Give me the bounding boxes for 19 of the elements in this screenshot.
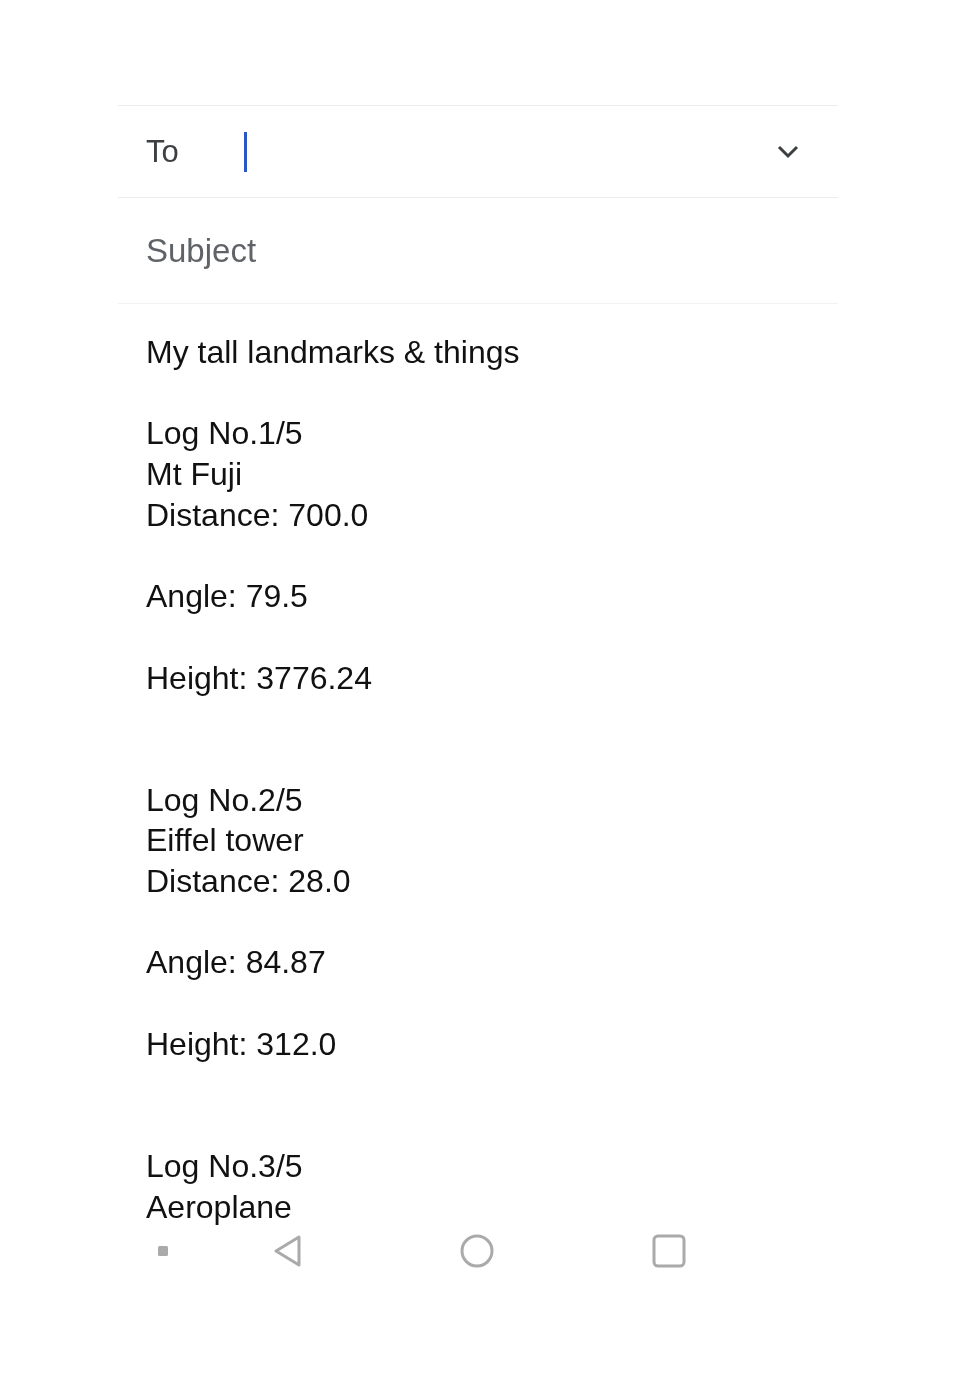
subject-field[interactable]: Subject [146, 231, 810, 270]
body-text: Log No.3/5 [146, 1146, 304, 1186]
body-text: Distance: 700.0 [146, 495, 370, 535]
back-icon[interactable] [272, 1234, 302, 1268]
body-text: Log No.1/5 [146, 414, 304, 454]
body-text: Distance: 28.0 [146, 862, 352, 902]
to-label: To [146, 133, 180, 170]
body-text: Angle: 84.87 [146, 943, 327, 983]
recents-icon[interactable] [652, 1234, 686, 1268]
body-text: My tall landmarks & things [146, 333, 521, 372]
body-text: Angle: 79.5 [146, 577, 309, 617]
body-text: Height: 3776.24 [146, 658, 373, 698]
body-text: Log No.2/5 [146, 780, 304, 820]
chevron-down-icon[interactable] [776, 143, 800, 160]
body-text: Height: 312.0 [146, 1024, 338, 1064]
home-icon[interactable] [460, 1234, 494, 1268]
body-text: Eiffel tower [146, 821, 305, 861]
body-text: Aeroplane [146, 1187, 293, 1227]
body-text: Mt Fuji [146, 455, 243, 495]
